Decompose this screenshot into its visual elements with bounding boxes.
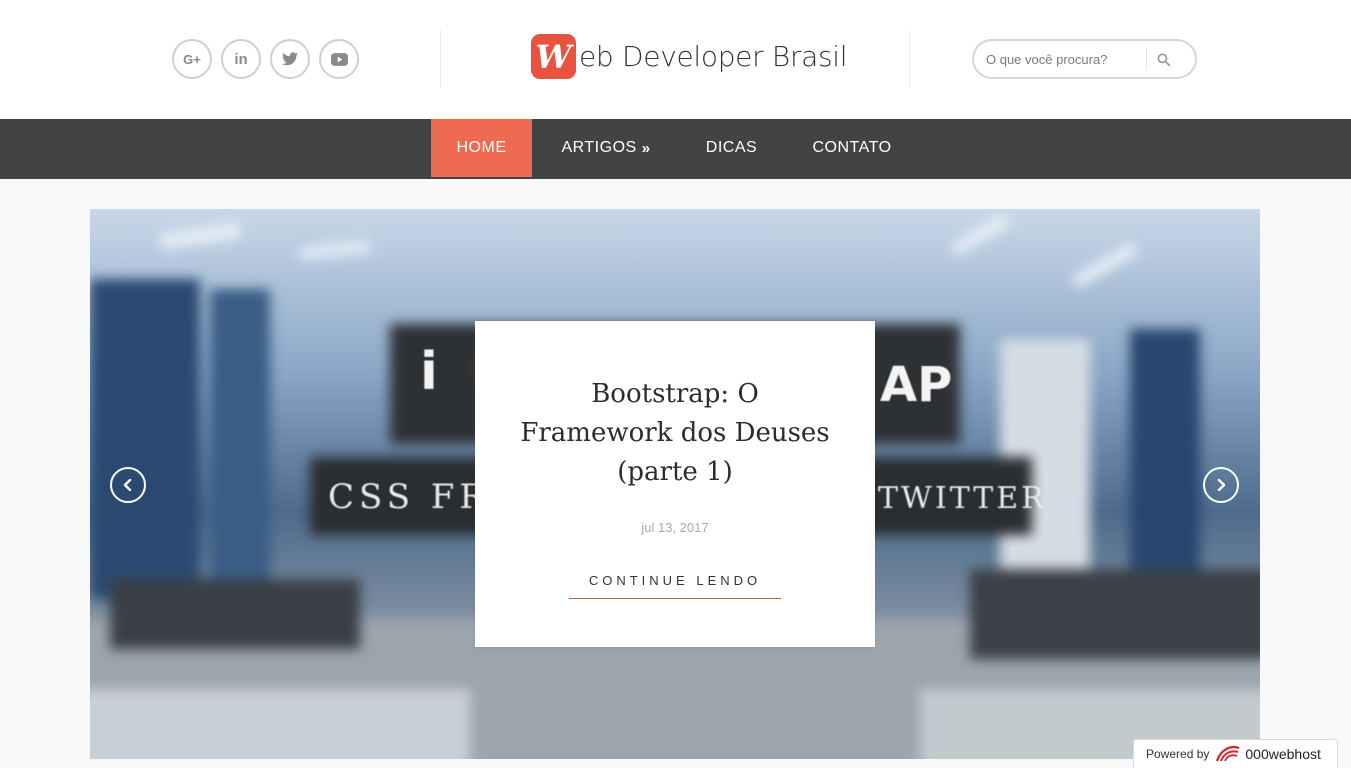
search-button[interactable] bbox=[1147, 41, 1180, 77]
featured-post-card: Bootstrap: O Framework dos Deuses (parte… bbox=[475, 321, 875, 647]
social-links: G+ in bbox=[172, 39, 359, 79]
powered-by-badge[interactable]: Powered by 000webhost bbox=[1133, 739, 1338, 768]
chevron-right-icon bbox=[1217, 479, 1226, 491]
logo-text: eb Developer Brasil bbox=[579, 40, 848, 73]
logo-badge: W bbox=[531, 34, 576, 79]
nav-artigos-label: ARTIGOS bbox=[561, 139, 637, 156]
linkedin-button[interactable]: in bbox=[221, 39, 261, 79]
nav-home[interactable]: HOME bbox=[431, 119, 532, 177]
youtube-icon bbox=[330, 52, 348, 66]
site-header: G+ in W eb Developer Brasil bbox=[0, 0, 1351, 119]
nav-contato[interactable]: CONTATO bbox=[797, 119, 907, 177]
search-input[interactable] bbox=[974, 41, 1146, 77]
twitter-button[interactable] bbox=[270, 39, 310, 79]
header-divider bbox=[909, 30, 910, 88]
nav-contato-label: CONTATO bbox=[812, 139, 892, 156]
youtube-button[interactable] bbox=[319, 39, 359, 79]
powered-by-host: 000webhost bbox=[1245, 746, 1321, 762]
powered-by-label: Powered by bbox=[1146, 747, 1210, 761]
twitter-icon bbox=[282, 52, 298, 66]
post-date: jul 13, 2017 bbox=[641, 520, 709, 535]
double-chevron-right-icon: » bbox=[641, 139, 651, 157]
continue-reading-link[interactable]: CONTINUE LENDO bbox=[568, 573, 782, 599]
nav-artigos[interactable]: ARTIGOS » bbox=[547, 119, 665, 177]
000webhost-logo-icon bbox=[1216, 745, 1240, 762]
slider-next-button[interactable] bbox=[1203, 467, 1239, 503]
search-icon bbox=[1157, 52, 1170, 66]
main-nav: HOME ARTIGOS » DICAS CONTATO bbox=[0, 119, 1351, 179]
google-plus-button[interactable]: G+ bbox=[172, 39, 212, 79]
nav-dicas-label: DICAS bbox=[705, 139, 758, 156]
slide-background-text: TWITTER bbox=[878, 481, 1047, 516]
post-title[interactable]: Bootstrap: O Framework dos Deuses (parte… bbox=[475, 375, 875, 492]
nav-home-label: HOME bbox=[456, 139, 507, 156]
featured-slider: i AP CSS FRA TWITTER Bootstrap: O Framew… bbox=[90, 209, 1260, 759]
google-plus-icon: G+ bbox=[183, 51, 201, 67]
search-form bbox=[972, 39, 1197, 79]
slide-background-text: AP bbox=[880, 357, 953, 413]
slider-prev-button[interactable] bbox=[110, 467, 146, 503]
linkedin-icon: in bbox=[234, 50, 248, 68]
header-divider bbox=[440, 30, 441, 88]
site-logo[interactable]: W eb Developer Brasil bbox=[531, 34, 848, 79]
nav-dicas[interactable]: DICAS bbox=[690, 119, 773, 177]
chevron-left-icon bbox=[123, 479, 132, 491]
slide-background-text: i bbox=[420, 342, 438, 402]
